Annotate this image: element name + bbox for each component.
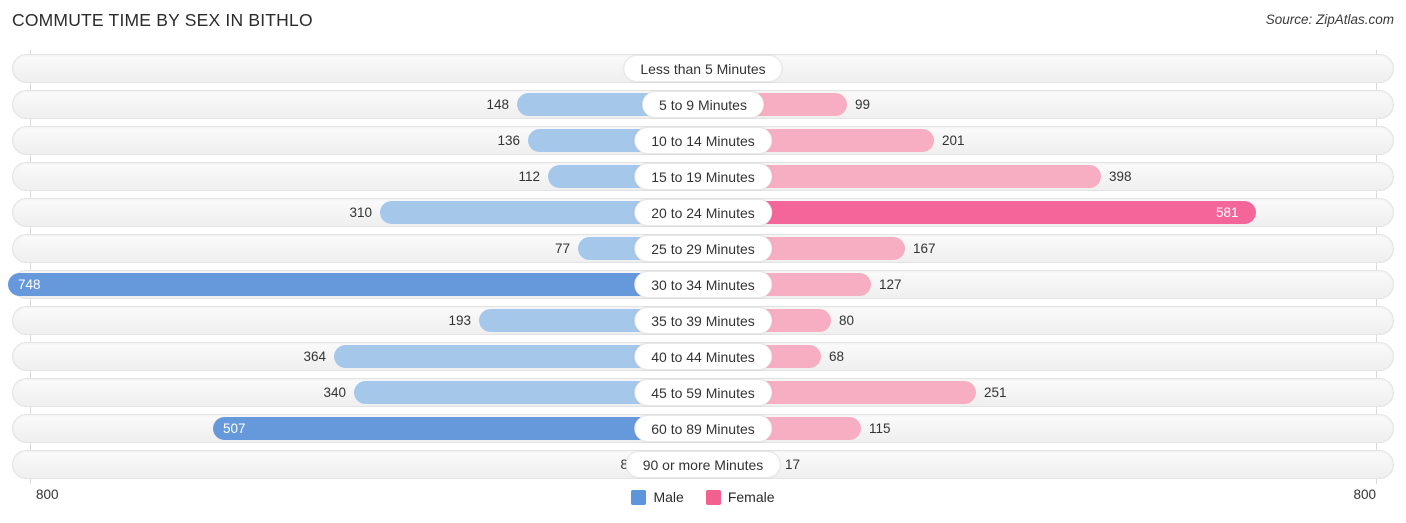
bar-row: 00Less than 5 Minutes <box>12 54 1394 83</box>
female-half: 251 <box>703 378 1394 407</box>
category-label: 35 to 39 Minutes <box>634 307 772 334</box>
female-value-label: 80 <box>839 313 855 328</box>
male-half: 112 <box>12 162 703 191</box>
female-half: 167 <box>703 234 1394 263</box>
category-label: 25 to 29 Minutes <box>634 235 772 262</box>
male-half: 310 <box>12 198 703 227</box>
female-value-label: 167 <box>913 241 936 256</box>
female-half: 68 <box>703 342 1394 371</box>
legend-label-male: Male <box>653 489 684 505</box>
legend-label-female: Female <box>727 489 775 505</box>
category-label: 40 to 44 Minutes <box>634 343 772 370</box>
female-half: 17 <box>703 450 1394 479</box>
source-attribution: Source: ZipAtlas.com <box>1265 12 1394 27</box>
male-value-label: 77 <box>554 241 570 256</box>
male-value-label: 112 <box>518 169 540 184</box>
male-half: 507 <box>12 414 703 443</box>
bar-row: 748 127 30 to 34 Minutes <box>8 270 1394 299</box>
female-color-swatch-icon <box>705 489 721 505</box>
chart-legend: Male Female <box>0 485 1406 509</box>
page-title: COMMUTE TIME BY SEX IN BITHLO <box>12 10 313 30</box>
male-color-swatch-icon <box>631 489 647 505</box>
male-value-label: 748 <box>18 277 41 292</box>
plot-area: 00Less than 5 Minutes 148 99 5 to 9 Minutes… <box>0 50 1406 484</box>
male-value-label: 310 <box>349 205 372 220</box>
bar-row: 507 115 60 to 89 Minutes <box>12 414 1394 443</box>
bar-row: 112 398 15 to 19 Minutes <box>12 162 1394 191</box>
male-half: 77 <box>12 234 703 263</box>
female-value-label: 581 <box>1216 205 1239 220</box>
bar-row: 364 68 40 to 44 Minutes <box>12 342 1394 371</box>
female-value-label: 201 <box>942 133 965 148</box>
male-half: 148 <box>12 90 703 119</box>
male-bar[interactable] <box>8 273 703 296</box>
female-half: 398 <box>703 162 1394 191</box>
male-value-label: 136 <box>497 133 520 148</box>
female-value-label: 99 <box>855 97 871 112</box>
female-half: 127 <box>703 270 1394 299</box>
bar-row: 136 201 10 to 14 Minutes <box>12 126 1394 155</box>
bar-row: 148 99 5 to 9 Minutes <box>12 90 1394 119</box>
bar-row: 77 167 25 to 29 Minutes <box>12 234 1394 263</box>
male-half: 0 <box>12 54 703 83</box>
chart-header: COMMUTE TIME BY SEX IN BITHLO Source: Zi… <box>0 10 1406 40</box>
category-label: 45 to 59 Minutes <box>634 379 772 406</box>
category-label: 20 to 24 Minutes <box>634 199 772 226</box>
female-half: 99 <box>703 90 1394 119</box>
male-bar[interactable] <box>213 417 703 440</box>
female-bar[interactable] <box>703 201 1256 224</box>
male-half: 8 <box>12 450 703 479</box>
male-value-label: 507 <box>223 421 246 436</box>
bar-row: 340 251 45 to 59 Minutes <box>12 378 1394 407</box>
female-half: 581 <box>703 198 1394 227</box>
category-label: 10 to 14 Minutes <box>634 127 772 154</box>
male-value-label: 193 <box>448 313 471 328</box>
legend-item-male[interactable]: Male <box>631 489 684 505</box>
category-label: 5 to 9 Minutes <box>642 91 764 118</box>
male-half: 136 <box>12 126 703 155</box>
female-half: 0 <box>703 54 1394 83</box>
category-label: 90 or more Minutes <box>625 451 781 478</box>
female-value-label: 17 <box>785 457 801 472</box>
male-half: 340 <box>12 378 703 407</box>
bar-rows: 00Less than 5 Minutes 148 99 5 to 9 Minutes… <box>8 54 1394 486</box>
female-value-label: 251 <box>984 385 1007 400</box>
female-value-label: 115 <box>869 421 891 436</box>
bar-row: 310 581 20 to 24 Minutes <box>12 198 1394 227</box>
chart-page: COMMUTE TIME BY SEX IN BITHLO Source: Zi… <box>0 0 1406 523</box>
male-value-label: 364 <box>303 349 326 364</box>
category-label: 15 to 19 Minutes <box>634 163 772 190</box>
male-value-label: 340 <box>323 385 346 400</box>
male-value-label: 148 <box>486 97 509 112</box>
male-half: 364 <box>12 342 703 371</box>
female-half: 80 <box>703 306 1394 335</box>
female-value-label: 398 <box>1109 169 1132 184</box>
category-label: 60 to 89 Minutes <box>634 415 772 442</box>
bar-row: 193 80 35 to 39 Minutes <box>12 306 1394 335</box>
category-label: 30 to 34 Minutes <box>634 271 772 298</box>
female-half: 115 <box>703 414 1394 443</box>
category-label: Less than 5 Minutes <box>623 55 783 82</box>
legend-item-female[interactable]: Female <box>705 489 775 505</box>
female-value-label: 68 <box>829 349 845 364</box>
female-value-label: 127 <box>879 277 902 292</box>
bar-row: 8 17 90 or more Minutes <box>12 450 1394 479</box>
female-half: 201 <box>703 126 1394 155</box>
male-half: 748 <box>8 270 703 299</box>
male-half: 193 <box>12 306 703 335</box>
